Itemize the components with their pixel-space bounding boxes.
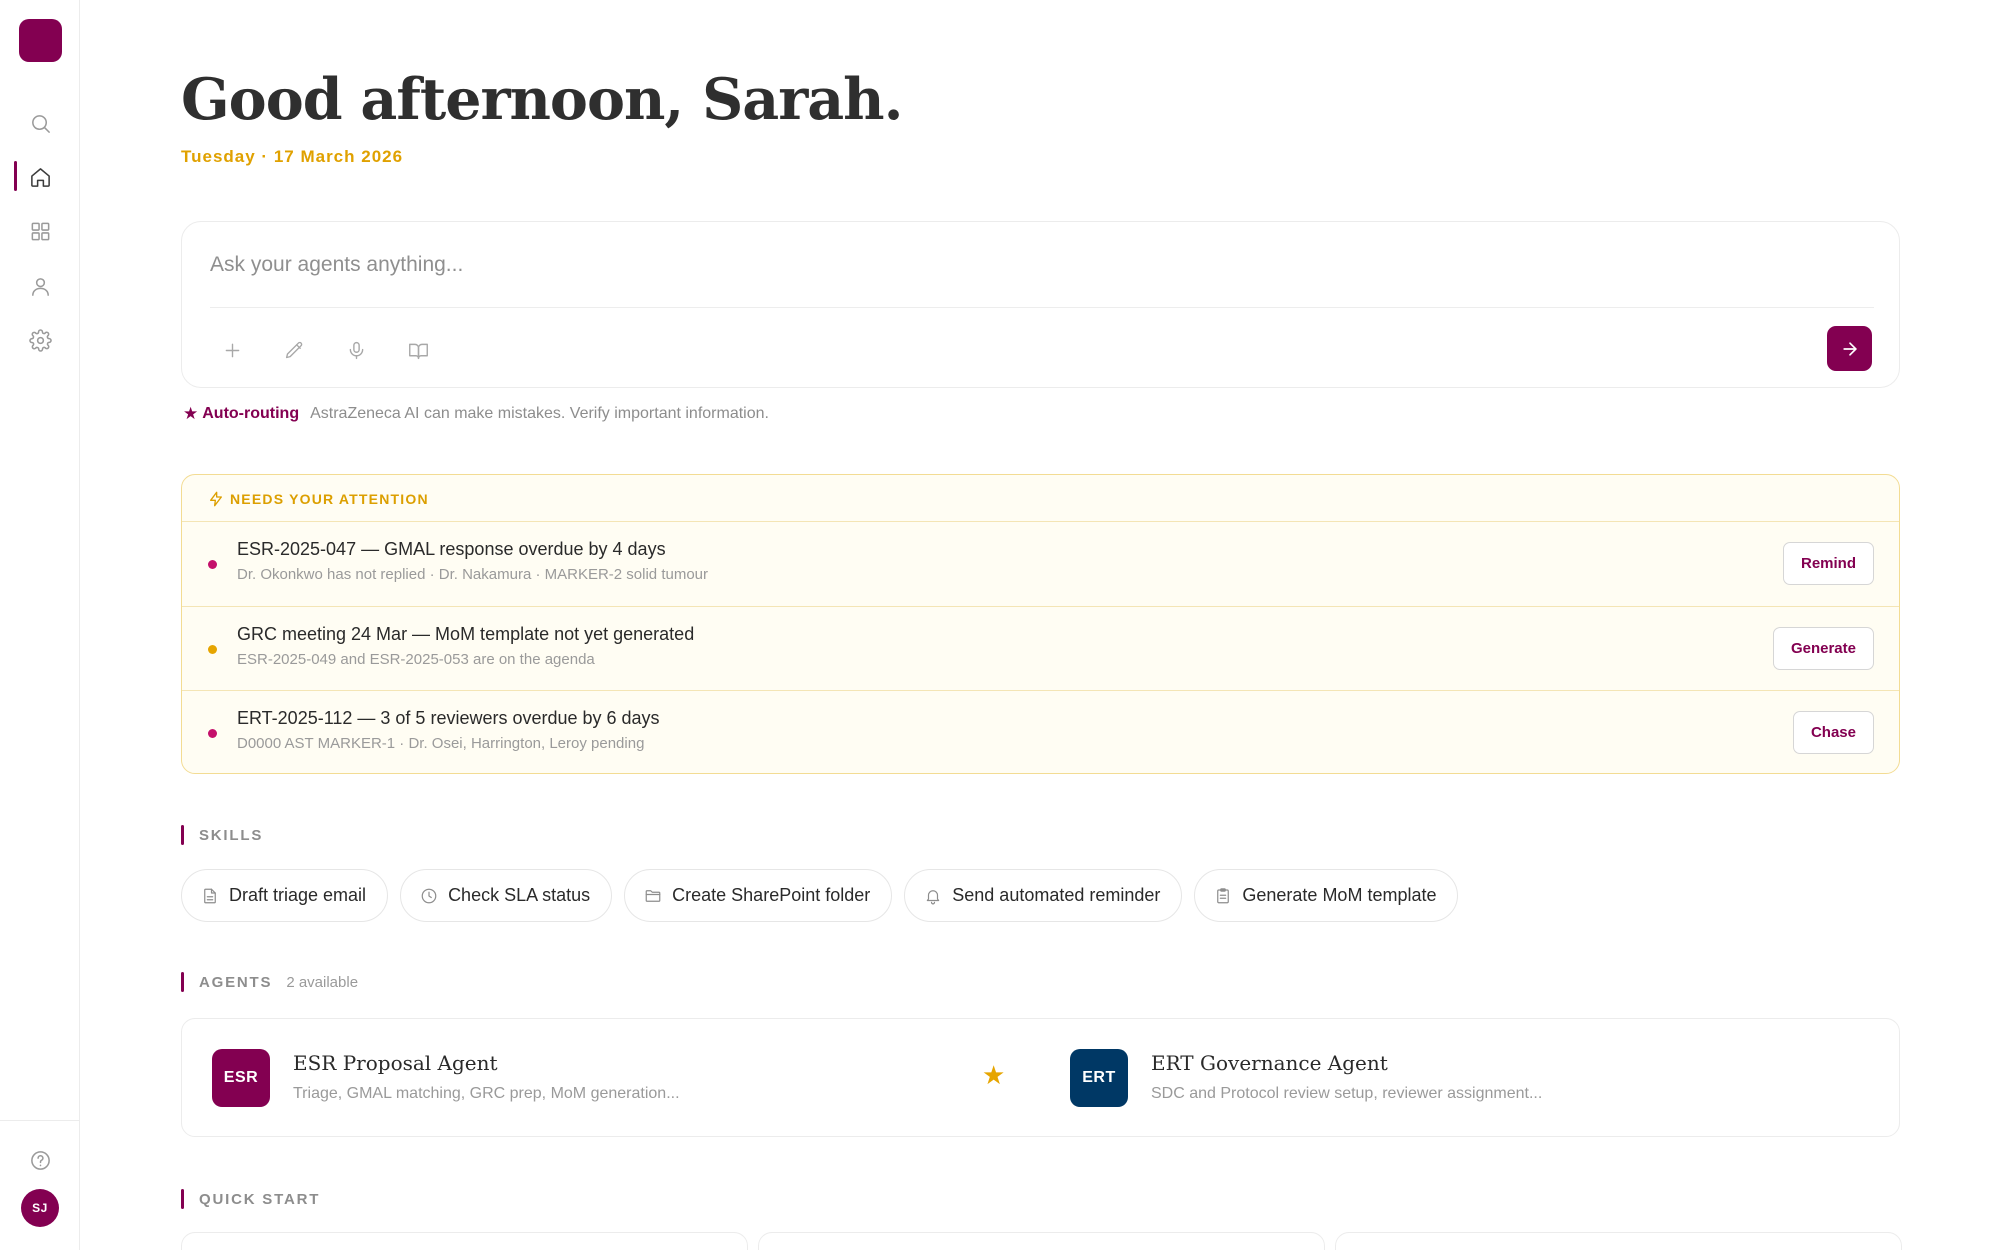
page-greeting: Good afternoon, Sarah.	[181, 66, 903, 133]
profile-nav-button[interactable]	[20, 266, 60, 306]
search-nav-button[interactable]	[20, 103, 60, 143]
skill-label: Create SharePoint folder	[672, 885, 871, 905]
agent-card-ert[interactable]: ERT ERT Governance Agent SDC and Protoco…	[1040, 1019, 1899, 1136]
attention-item-subtitle: ESR-2025-049 and ESR-2025-053 are on the…	[237, 651, 595, 668]
microphone-icon	[349, 341, 363, 359]
skill-draft-triage-email[interactable]: Draft triage email	[181, 869, 389, 922]
section-accent-bar	[181, 825, 184, 845]
status-dot	[208, 729, 217, 738]
plus-icon	[225, 343, 239, 357]
skills-heading: SKILLS	[181, 825, 263, 845]
user-avatar[interactable]: SJ	[21, 1189, 59, 1227]
skill-create-sharepoint-folder[interactable]: Create SharePoint folder	[624, 869, 893, 922]
attention-panel: NEEDS YOUR ATTENTION ESR-2025-047 — GMAL…	[181, 474, 1900, 774]
app-logo[interactable]	[19, 19, 62, 62]
agent-description: Triage, GMAL matching, GRC prep, MoM gen…	[293, 1085, 680, 1102]
auto-routing-label[interactable]: Auto-routing	[202, 405, 299, 423]
skills-list: Draft triage email Check SLA status Crea…	[181, 869, 1459, 922]
composer-divider	[210, 307, 1874, 308]
status-dot	[208, 645, 217, 654]
prompt-input[interactable]	[210, 250, 1870, 280]
home-nav-button[interactable]	[20, 157, 60, 197]
attention-item: ESR-2025-047 — GMAL response overdue by …	[182, 522, 1899, 606]
edit-button[interactable]	[276, 332, 312, 368]
sidebar-divider	[0, 1120, 80, 1121]
quick-start-card[interactable]	[1335, 1232, 1902, 1250]
agent-name: ESR Proposal Agent	[293, 1051, 498, 1075]
search-icon	[31, 114, 50, 133]
favorite-star-icon[interactable]: ★	[982, 1062, 1005, 1088]
attention-item: ERT-2025-112 — 3 of 5 reviewers overdue …	[182, 691, 1899, 773]
skill-check-sla-status[interactable]: Check SLA status	[400, 869, 613, 922]
routing-notice: ★ Auto-routing AstraZeneca AI can make m…	[183, 404, 769, 424]
attention-item-title: GRC meeting 24 Mar — MoM template not ye…	[237, 624, 695, 644]
status-dot	[208, 560, 217, 569]
quick-start-card[interactable]	[758, 1232, 1325, 1250]
quick-start-heading: QUICK START	[181, 1189, 320, 1209]
attach-button[interactable]	[214, 332, 250, 368]
attention-item-title: ESR-2025-047 — GMAL response overdue by …	[237, 539, 666, 559]
agent-card-esr[interactable]: ESR ESR Proposal Agent Triage, GMAL matc…	[182, 1019, 1041, 1136]
attention-header: NEEDS YOUR ATTENTION	[208, 491, 429, 507]
remind-button[interactable]: Remind	[1782, 542, 1874, 585]
home-icon	[30, 167, 50, 187]
arrow-right-icon	[1842, 341, 1857, 356]
agents-count: 2 available	[286, 973, 359, 991]
settings-nav-button[interactable]	[20, 320, 60, 360]
agent-badge: ERT	[1070, 1049, 1128, 1107]
attention-title: NEEDS YOUR ATTENTION	[230, 491, 429, 507]
skill-generate-mom-template[interactable]: Generate MoM template	[1194, 869, 1459, 922]
help-icon	[30, 1150, 50, 1170]
agent-badge: ESR	[212, 1049, 270, 1107]
lightning-icon	[210, 491, 222, 507]
quick-start-title: QUICK START	[199, 1190, 321, 1208]
agent-description: SDC and Protocol review setup, reviewer …	[1151, 1085, 1543, 1102]
agents-heading: AGENTS 2 available	[181, 972, 358, 992]
agents-title: AGENTS	[199, 973, 273, 991]
skill-send-automated-reminder[interactable]: Send automated reminder	[904, 869, 1183, 922]
document-icon	[204, 888, 216, 903]
voice-button[interactable]	[338, 332, 374, 368]
book-icon	[408, 343, 428, 359]
skill-label: Check SLA status	[448, 885, 591, 905]
chase-button[interactable]: Chase	[1792, 711, 1874, 754]
user-icon	[31, 277, 49, 296]
prompt-composer	[181, 221, 1900, 388]
apps-nav-button[interactable]	[20, 211, 60, 251]
gear-icon	[28, 328, 52, 352]
attention-item-subtitle: Dr. Okonkwo has not replied · Dr. Nakamu…	[237, 566, 708, 583]
clock-icon	[421, 888, 437, 903]
star-icon: ★	[183, 404, 199, 423]
agent-name: ERT Governance Agent	[1151, 1051, 1388, 1075]
clipboard-icon	[1217, 887, 1230, 903]
ai-disclaimer: AstraZeneca AI can make mistakes. Verify…	[310, 405, 769, 422]
help-button[interactable]	[20, 1140, 60, 1180]
section-accent-bar	[181, 972, 184, 992]
folder-icon	[645, 889, 661, 902]
attention-item: GRC meeting 24 Mar — MoM template not ye…	[182, 607, 1899, 691]
library-button[interactable]	[400, 332, 436, 368]
grid-icon	[31, 222, 49, 240]
skills-title: SKILLS	[199, 826, 264, 844]
attention-item-subtitle: D0000 AST MARKER-1 · Dr. Osei, Harringto…	[237, 735, 645, 752]
current-date: Tuesday · 17 March 2026	[181, 147, 404, 166]
quick-start-card[interactable]	[181, 1232, 748, 1250]
bell-icon	[927, 889, 940, 904]
generate-button[interactable]: Generate	[1772, 627, 1874, 670]
agents-panel: ESR ESR Proposal Agent Triage, GMAL matc…	[181, 1018, 1900, 1137]
skill-label: Draft triage email	[229, 885, 367, 905]
skill-label: Generate MoM template	[1242, 885, 1437, 905]
section-accent-bar	[181, 1189, 184, 1209]
sidebar: SJ	[0, 0, 80, 1250]
send-button[interactable]	[1827, 326, 1872, 371]
pencil-icon	[285, 341, 302, 358]
skill-label: Send automated reminder	[952, 885, 1161, 905]
attention-item-title: ERT-2025-112 — 3 of 5 reviewers overdue …	[237, 708, 660, 728]
active-nav-indicator	[14, 161, 17, 191]
